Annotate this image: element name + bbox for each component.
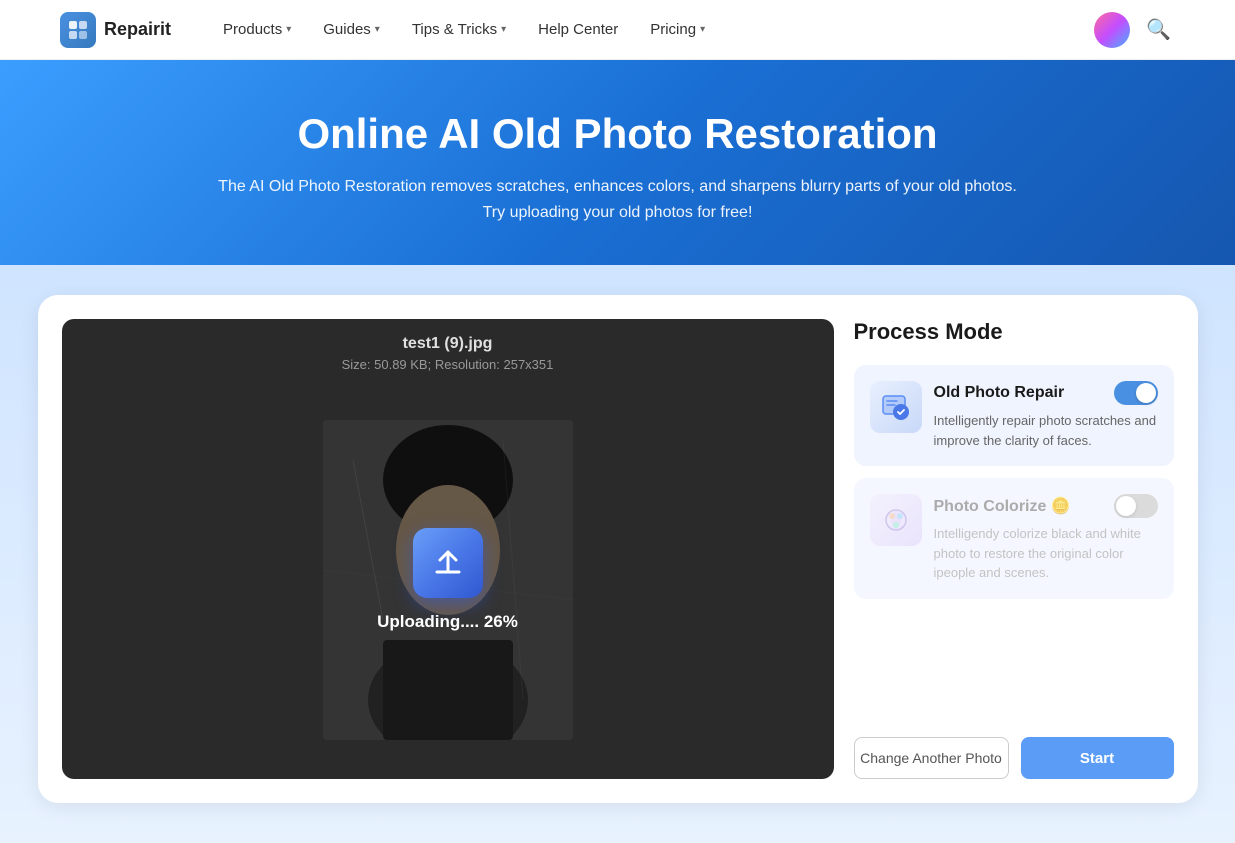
nav-help-center[interactable]: Help Center [526,13,630,46]
chevron-icon: ▾ [286,24,291,35]
nav-tips-tricks[interactable]: Tips & Tricks ▾ [400,13,518,46]
nav-right: 🔍 [1094,12,1175,48]
main-content: test1 (9).jpg Size: 50.89 KB; Resolution… [0,265,1235,843]
mode-desc-repair: Intelligently repair photo scratches and… [934,411,1158,450]
chevron-icon: ▾ [700,24,705,35]
mode-content-colorize: Photo Colorize 🪙 Intelligendy colorize b… [934,494,1158,583]
toggle-knob-repair [1136,383,1156,403]
photo-preview: Uploading.... 26% [62,380,834,779]
toggle-colorize[interactable] [1114,494,1158,518]
photo-meta: Size: 50.89 KB; Resolution: 257x351 [62,357,834,372]
mode-label-colorize: Photo Colorize 🪙 [934,496,1075,516]
mode-icon-colorize [870,494,922,546]
mode-content-repair: Old Photo Repair Intelligently repair ph… [934,381,1158,450]
hero-title: Online AI Old Photo Restoration [20,110,1215,158]
main-card: test1 (9).jpg Size: 50.89 KB; Resolution… [38,295,1198,803]
mode-header-colorize: Photo Colorize 🪙 [934,494,1158,518]
mode-item-colorize: Photo Colorize 🪙 Intelligendy colorize b… [854,478,1174,599]
right-panel: Process Mode Old Photo Repair [854,319,1174,779]
mode-icon-repair [870,381,922,433]
avatar[interactable] [1094,12,1130,48]
bottom-buttons: Change Another Photo Start [854,737,1174,779]
nav-guides[interactable]: Guides ▾ [311,13,392,46]
mode-item-repair: Old Photo Repair Intelligently repair ph… [854,365,1174,466]
nav-products[interactable]: Products ▾ [211,13,303,46]
start-button[interactable]: Start [1021,737,1174,779]
hero-section: Online AI Old Photo Restoration The AI O… [0,60,1235,265]
process-title: Process Mode [854,319,1174,345]
toggle-repair[interactable] [1114,381,1158,405]
mode-desc-colorize: Intelligendy colorize black and white ph… [934,524,1158,583]
mode-label-repair: Old Photo Repair [934,384,1065,402]
logo-text: Repairit [104,19,171,40]
navbar: Repairit Products ▾ Guides ▾ Tips & Tric… [0,0,1235,60]
nav-pricing[interactable]: Pricing ▾ [638,13,717,46]
chevron-icon: ▾ [375,24,380,35]
mode-header-repair: Old Photo Repair [934,381,1158,405]
premium-icon: 🪙 [1051,498,1071,515]
photo-info: test1 (9).jpg Size: 50.89 KB; Resolution… [62,319,834,380]
hero-subtitle: The AI Old Photo Restoration removes scr… [218,174,1018,225]
photo-panel: test1 (9).jpg Size: 50.89 KB; Resolution… [62,319,834,779]
photo-filename: test1 (9).jpg [62,335,834,353]
toggle-knob-colorize [1116,496,1136,516]
search-icon[interactable]: 🔍 [1142,13,1175,46]
change-photo-button[interactable]: Change Another Photo [854,737,1009,779]
nav-items: Products ▾ Guides ▾ Tips & Tricks ▾ Help… [211,13,1094,46]
logo[interactable]: Repairit [60,12,171,48]
upload-progress-text: Uploading.... 26% [377,612,518,632]
logo-icon [60,12,96,48]
chevron-icon: ▾ [501,24,506,35]
